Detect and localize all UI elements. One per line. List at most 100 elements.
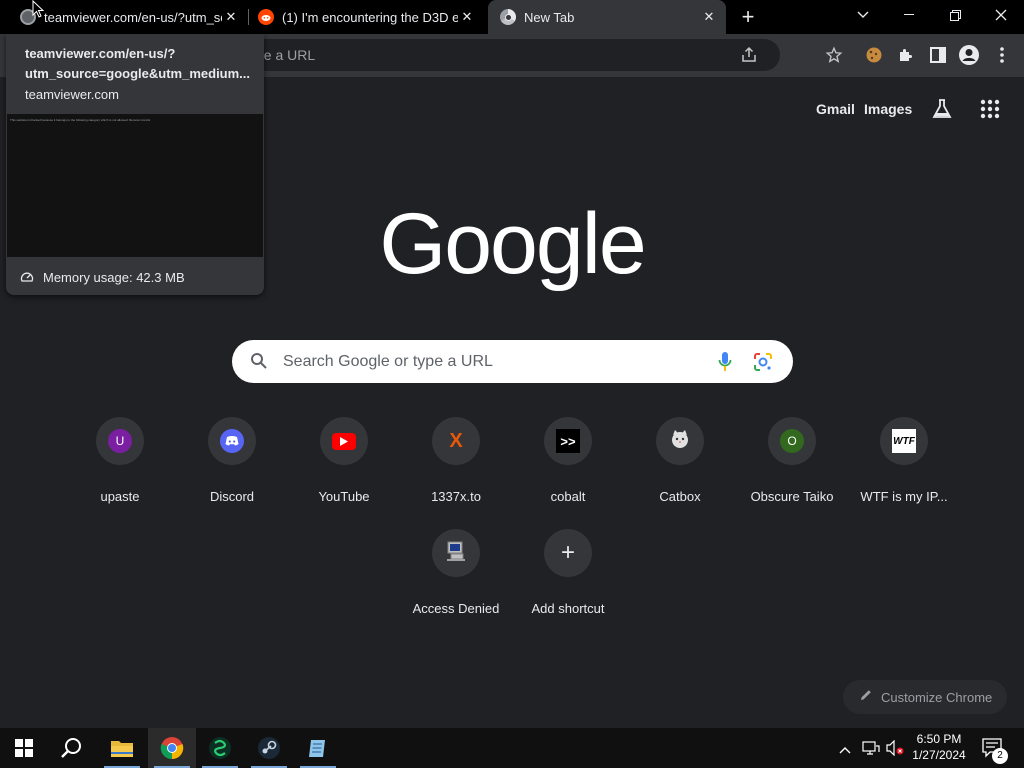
images-link[interactable]: Images: [864, 101, 912, 117]
chrome-icon: [500, 9, 516, 25]
customize-chrome-label: Customize Chrome: [881, 689, 993, 705]
notification-count-badge: 2: [992, 748, 1008, 764]
computer-icon: [445, 540, 467, 567]
gmail-link[interactable]: Gmail: [816, 101, 855, 117]
labs-flask-icon[interactable]: [930, 97, 954, 126]
shortcut-discord[interactable]: Discord: [176, 401, 288, 513]
shortcut-obscure-taiko[interactable]: O Obscure Taiko: [736, 401, 848, 513]
file-explorer-icon[interactable]: [98, 728, 146, 768]
shortcut-tile: [208, 417, 256, 465]
tab-teamviewer[interactable]: teamviewer.com/en-us/?utm_source=google …: [14, 0, 248, 34]
shortcut-tile: O: [768, 417, 816, 465]
apps-grid-icon[interactable]: [980, 99, 1000, 124]
memory-gauge-icon: [20, 270, 34, 289]
shortcut-label: Discord: [209, 489, 255, 504]
search-icon: [250, 352, 268, 375]
catbox-icon: [669, 428, 691, 455]
omnibox-placeholder: pe a URL: [256, 47, 316, 63]
tab-title: teamviewer.com/en-us/?utm_source=google: [44, 9, 222, 25]
preview-text: This website is blocked because it belon…: [10, 118, 151, 122]
clock-date: 1/27/2024: [912, 748, 966, 762]
omnibox[interactable]: pe a URL: [250, 39, 780, 71]
cookie-extension-icon[interactable]: [863, 44, 885, 66]
shortcut-wtf-is-my-ip[interactable]: WTF WTF is my IP...: [848, 401, 960, 513]
extensions-puzzle-icon[interactable]: [895, 44, 917, 66]
shortcut-access-denied[interactable]: Access Denied: [400, 513, 512, 625]
shortcut-youtube[interactable]: YouTube: [288, 401, 400, 513]
wtf-icon: WTF: [892, 429, 916, 453]
chrome-taskbar-icon[interactable]: [148, 728, 196, 768]
reddit-icon: [258, 9, 274, 25]
tab-reddit[interactable]: (1) I'm encountering the D3D error ✕: [252, 0, 484, 34]
bookmark-star-icon[interactable]: [823, 44, 845, 66]
shortcut-label: upaste: [100, 489, 140, 504]
letter-u-icon: U: [108, 429, 132, 453]
hover-card-memory: Memory usage: 42.3 MB: [43, 270, 185, 285]
tab-new-tab[interactable]: New Tab ✕: [488, 0, 726, 34]
share-icon[interactable]: [740, 46, 758, 69]
pencil-icon: [859, 688, 873, 707]
hover-card-title-line2: utm_source=google&utm_medium...: [25, 66, 251, 81]
mouse-cursor: [32, 0, 45, 23]
tab-title: (1) I'm encountering the D3D error: [282, 9, 458, 25]
shortcut-tile: U: [96, 417, 144, 465]
shortcut-catbox[interactable]: Catbox: [624, 401, 736, 513]
shortcut-label: Access Denied: [412, 601, 500, 616]
add-shortcut-button[interactable]: + Add shortcut: [512, 513, 624, 625]
search-box[interactable]: Search Google or type a URL: [232, 340, 793, 383]
customize-chrome-button[interactable]: Customize Chrome: [843, 680, 1007, 714]
close-window-button[interactable]: [978, 0, 1024, 30]
1337x-icon: X: [449, 429, 463, 452]
shortcut-tile: [656, 417, 704, 465]
network-icon[interactable]: [862, 740, 880, 761]
shortcut-label: WTF is my IP...: [860, 489, 948, 504]
shortcut-1337x[interactable]: X 1337x.to: [400, 401, 512, 513]
shortcut-tile: +: [544, 529, 592, 577]
cobalt-icon: >>: [556, 429, 580, 453]
steam-icon[interactable]: [245, 728, 293, 768]
hover-card-domain: teamviewer.com: [25, 87, 119, 102]
search-placeholder: Search Google or type a URL: [283, 353, 493, 370]
shortcut-tile: >>: [544, 417, 592, 465]
shortcut-label: 1337x.to: [431, 489, 481, 504]
tab-close-icon[interactable]: ✕: [700, 8, 718, 26]
shortcut-cobalt[interactable]: >> cobalt: [512, 401, 624, 513]
chevron-up-icon[interactable]: [839, 741, 851, 759]
google-lens-icon[interactable]: [753, 352, 773, 377]
tab-close-icon[interactable]: ✕: [222, 8, 240, 26]
youtube-icon: [332, 432, 356, 450]
shortcut-tile: X: [432, 417, 480, 465]
taskbar-search-icon[interactable]: [48, 728, 96, 768]
restore-button[interactable]: [932, 0, 978, 30]
chrome-menu-icon[interactable]: [991, 44, 1013, 66]
start-button[interactable]: [0, 728, 48, 768]
notepad-icon[interactable]: [294, 728, 342, 768]
shortcut-upaste[interactable]: U upaste: [64, 401, 176, 513]
shortcut-tile: WTF: [880, 417, 928, 465]
shortcut-label: Add shortcut: [531, 601, 605, 616]
windows-taskbar: 6:50 PM 1/27/2024 2: [0, 728, 1024, 768]
google-logo: Google: [379, 196, 646, 292]
plus-icon: +: [560, 539, 575, 566]
shortcut-tile: [320, 417, 368, 465]
green-app-icon[interactable]: [196, 728, 244, 768]
tab-divider: [248, 9, 249, 25]
shortcut-label: Catbox: [659, 489, 701, 504]
voice-search-mic-icon[interactable]: [718, 351, 732, 378]
side-panel-icon[interactable]: [927, 44, 949, 66]
hover-card-title-line1: teamviewer.com/en-us/?: [25, 46, 176, 61]
taskbar-clock[interactable]: 6:50 PM 1/27/2024: [908, 731, 970, 763]
volume-muted-icon[interactable]: [886, 739, 904, 761]
tab-close-icon[interactable]: ✕: [458, 8, 476, 26]
hover-card-preview: This website is blocked because it belon…: [7, 114, 263, 257]
tab-title: New Tab: [524, 9, 575, 25]
letter-o-icon: O: [780, 429, 804, 453]
new-tab-button[interactable]: +: [736, 4, 760, 29]
tab-hover-card: teamviewer.com/en-us/? utm_source=google…: [6, 34, 264, 295]
tab-search-icon[interactable]: [840, 0, 886, 30]
shortcut-label: YouTube: [318, 489, 370, 504]
minimize-button[interactable]: [886, 0, 932, 30]
tab-strip: teamviewer.com/en-us/?utm_source=google …: [0, 0, 1024, 34]
profile-avatar-icon[interactable]: [958, 44, 980, 66]
shortcut-label: Obscure Taiko: [750, 489, 834, 504]
